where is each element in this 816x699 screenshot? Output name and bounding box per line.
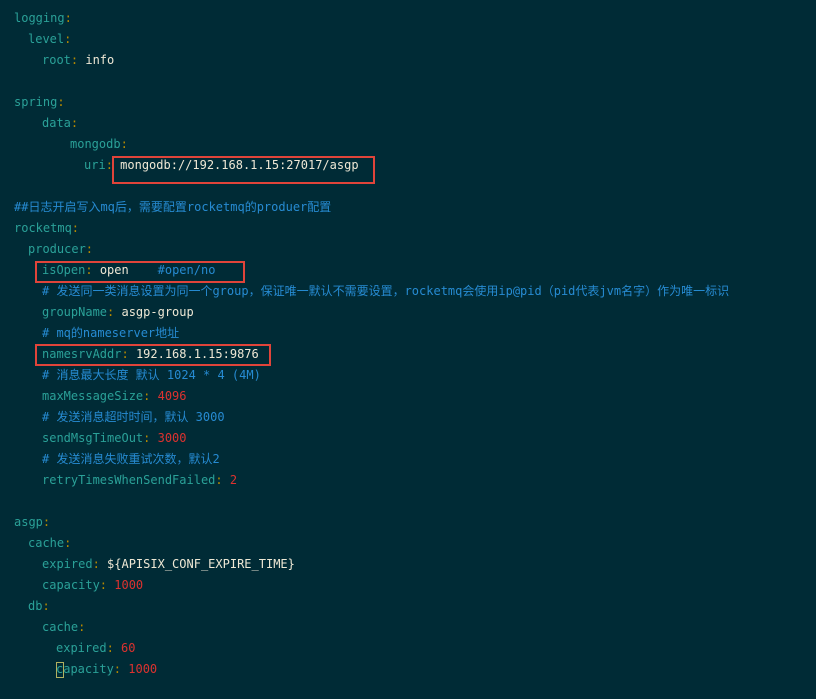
yaml-value: 4096 [157, 389, 187, 403]
code-line: level: [28, 32, 72, 46]
yaml-key: root [42, 53, 71, 67]
yaml-key: logging [14, 11, 65, 25]
yaml-key: expired [56, 641, 107, 655]
yaml-key: capacity [42, 578, 100, 592]
yaml-comment: # 发送消息超时时间，默认 3000 [42, 410, 225, 424]
yaml-key: level [28, 32, 65, 46]
code-line: expired: ${APISIX_CONF_EXPIRE_TIME} [42, 557, 295, 571]
yaml-comment: # mq的nameserver地址 [42, 326, 180, 340]
yaml-key: isOpen [42, 263, 86, 277]
code-line: # 发送消息失败重试次数，默认2 [0, 449, 816, 470]
yaml-value: info [85, 53, 115, 67]
yaml-key: uri [84, 158, 106, 172]
yaml-key: db [28, 599, 43, 613]
code-line: producer: [28, 242, 94, 256]
code-editor[interactable]: logging: level: root: info spring: data:… [0, 0, 816, 699]
yaml-comment: # 发送消息失败重试次数，默认2 [42, 452, 220, 466]
yaml-comment: #open/no [157, 263, 216, 277]
yaml-key: asgp [14, 515, 43, 529]
yaml-key: rocketmq [14, 221, 72, 235]
code-line-current: capacity: 1000 [56, 662, 158, 676]
code-line: cache: [42, 620, 86, 634]
yaml-key: producer [28, 242, 86, 256]
yaml-value: 60 [121, 641, 136, 655]
yaml-value: 1000 [114, 578, 144, 592]
yaml-value-mongodb-uri: mongodb://192.168.1.15:27017/asgp [120, 158, 359, 172]
code-line: isOpen: open #open/no [42, 263, 216, 277]
code-line: maxMessageSize: 4096 [42, 389, 187, 403]
code-line: retryTimesWhenSendFailed: 2 [42, 473, 238, 487]
code-line: # mq的nameserver地址 [0, 323, 816, 344]
yaml-value: 1000 [128, 662, 158, 676]
code-line: capacity: 1000 [42, 578, 144, 592]
yaml-key: groupName [42, 305, 108, 319]
yaml-key: sendMsgTimeOut [42, 431, 144, 445]
text-cursor [56, 662, 64, 678]
code-line: spring: [14, 95, 65, 109]
code-line: namesrvAddr: 192.168.1.15:9876 [42, 347, 259, 361]
yaml-key: cache [28, 536, 65, 550]
yaml-key: capacity [56, 662, 114, 676]
yaml-key: spring [14, 95, 58, 109]
code-line: logging: [14, 11, 72, 25]
yaml-key: mongodb [70, 137, 121, 151]
yaml-key: cache [42, 620, 79, 634]
code-line: # 消息最大长度 默认 1024 * 4 (4M) [0, 365, 816, 386]
yaml-comment: # 消息最大长度 默认 1024 * 4 (4M) [42, 368, 261, 382]
yaml-key: namesrvAddr [42, 347, 122, 361]
yaml-value: asgp-group [121, 305, 194, 319]
code-line: root: info [42, 53, 115, 67]
code-line: # 发送同一类消息设置为同一个group，保证唯一默认不需要设置，rocketm… [0, 281, 816, 302]
yaml-value-isopen: open [99, 263, 129, 277]
yaml-value: 3000 [157, 431, 187, 445]
code-line: mongodb: [70, 137, 128, 151]
code-line: uri: mongodb://192.168.1.15:27017/asgp [84, 158, 359, 172]
yaml-key: retryTimesWhenSendFailed [42, 473, 216, 487]
yaml-value: 2 [229, 473, 238, 487]
code-line: data: [42, 116, 79, 130]
yaml-key: maxMessageSize [42, 389, 144, 403]
code-line: expired: 60 [56, 641, 136, 655]
yaml-comment: ##日志开启写入mq后，需要配置rocketmq的produer配置 [14, 200, 332, 214]
yaml-key: expired [42, 557, 93, 571]
code-line: db: [28, 599, 50, 613]
code-line: # 发送消息超时时间，默认 3000 [0, 407, 816, 428]
yaml-key: data [42, 116, 71, 130]
code-line: groupName: asgp-group [42, 305, 194, 319]
code-line: cache: [28, 536, 72, 550]
code-line: asgp: [14, 515, 51, 529]
code-line: sendMsgTimeOut: 3000 [42, 431, 187, 445]
yaml-comment: # 发送同一类消息设置为同一个group，保证唯一默认不需要设置，rocketm… [42, 284, 730, 298]
yaml-value: ${APISIX_CONF_EXPIRE_TIME} [107, 557, 295, 571]
yaml-value-namesrv-addr: 192.168.1.15:9876 [135, 347, 259, 361]
code-line: ##日志开启写入mq后，需要配置rocketmq的produer配置 [0, 197, 816, 218]
code-line: rocketmq: [14, 221, 80, 235]
